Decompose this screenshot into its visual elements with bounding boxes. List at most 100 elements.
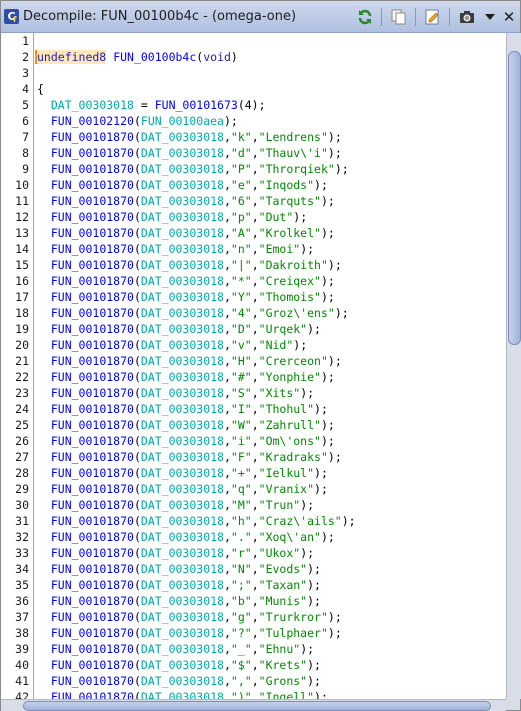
code-line[interactable]: 32 FUN_00101870(DAT_00303018,".","Xoq\'a…	[1, 529, 506, 545]
code-text[interactable]: FUN_00101870(DAT_00303018,"r","Ukox");	[37, 545, 314, 561]
code-line[interactable]: 9 FUN_00101870(DAT_00303018,"P","Throrqi…	[1, 161, 506, 177]
function-token[interactable]: FUN_00101870	[51, 498, 134, 512]
code-text[interactable]: FUN_00101870(DAT_00303018,";","Taxan");	[37, 577, 321, 593]
function-token[interactable]: FUN_00101870	[51, 674, 134, 688]
code-text[interactable]: FUN_00101870(DAT_00303018,"F","Kradraks"…	[37, 449, 342, 465]
code-text[interactable]: FUN_00101870(DAT_00303018,"I","Thohul");	[37, 401, 328, 417]
function-token[interactable]: FUN_00101870	[51, 562, 134, 576]
data-label-token[interactable]: DAT_00303018	[141, 146, 224, 160]
code-text[interactable]: FUN_00101870(DAT_00303018,"D","Urqek");	[37, 321, 321, 337]
function-token[interactable]: FUN_00101870	[51, 402, 134, 416]
code-line[interactable]: 41 FUN_00101870(DAT_00303018,",","Grons"…	[1, 673, 506, 689]
data-label-token[interactable]: DAT_00303018	[141, 626, 224, 640]
function-token[interactable]: FUN_00101870	[51, 130, 134, 144]
vertical-scrollbar[interactable]	[506, 33, 521, 699]
code-text[interactable]: FUN_00101870(DAT_00303018,",","Grons");	[37, 673, 321, 689]
data-label-token[interactable]: DAT_00303018	[141, 482, 224, 496]
code-line[interactable]: 16 FUN_00101870(DAT_00303018,"*","Creiqe…	[1, 273, 506, 289]
horizontal-scroll-thumb[interactable]	[23, 701, 491, 711]
code-line[interactable]: 12 FUN_00101870(DAT_00303018,"p","Dut");	[1, 209, 506, 225]
refresh-button[interactable]	[354, 6, 376, 28]
data-label-token[interactable]: DAT_00303018	[141, 578, 224, 592]
function-token[interactable]: FUN_00101870	[51, 434, 134, 448]
data-label-token[interactable]: DAT_00303018	[141, 450, 224, 464]
data-label-token[interactable]: DAT_00303018	[141, 514, 224, 528]
code-line[interactable]: 18 FUN_00101870(DAT_00303018,"4","Groz\'…	[1, 305, 506, 321]
snapshot-button[interactable]	[456, 6, 478, 28]
code-text[interactable]: FUN_00101870(DAT_00303018,"$","Krets");	[37, 657, 321, 673]
function-token[interactable]: FUN_00101870	[51, 514, 134, 528]
function-token[interactable]: FUN_00101870	[51, 370, 134, 384]
code-line[interactable]: 20 FUN_00101870(DAT_00303018,"v","Nid");	[1, 337, 506, 353]
function-token[interactable]: FUN_00101870	[51, 274, 134, 288]
code-text[interactable]: FUN_00101870(DAT_00303018,"A","Krolkel")…	[37, 225, 335, 241]
data-label-token[interactable]: DAT_00303018	[141, 466, 224, 480]
code-line[interactable]: 7 FUN_00101870(DAT_00303018,"k","Lendren…	[1, 129, 506, 145]
code-line[interactable]: 27 FUN_00101870(DAT_00303018,"F","Kradra…	[1, 449, 506, 465]
code-text[interactable]: FUN_00101870(DAT_00303018,"b","Munis");	[37, 593, 321, 609]
code-text[interactable]: FUN_00101870(DAT_00303018,"H","Crerceon"…	[37, 353, 342, 369]
data-label-token[interactable]: DAT_00303018	[141, 162, 224, 176]
code-line[interactable]: 33 FUN_00101870(DAT_00303018,"r","Ukox")…	[1, 545, 506, 561]
code-text[interactable]: FUN_00101870(DAT_00303018,"i","Om\'ons")…	[37, 433, 335, 449]
function-token[interactable]: FUN_00101870	[51, 578, 134, 592]
data-label-token[interactable]: DAT_00303018	[141, 402, 224, 416]
code-line[interactable]: 39 FUN_00101870(DAT_00303018,"_","Ehnu")…	[1, 641, 506, 657]
data-label-token[interactable]: DAT_00303018	[141, 306, 224, 320]
function-token[interactable]: FUN_00101870	[51, 610, 134, 624]
code-line[interactable]: 22 FUN_00101870(DAT_00303018,"#","Yonphi…	[1, 369, 506, 385]
code-text[interactable]: FUN_00101870(DAT_00303018,"#","Yonphie")…	[37, 369, 335, 385]
code-line[interactable]: 2 undefined8 FUN_00100b4c(void)	[1, 49, 506, 65]
code-line[interactable]: 8 FUN_00101870(DAT_00303018,"d","Thauv\'…	[1, 145, 506, 161]
code-line[interactable]: 3	[1, 65, 506, 81]
copy-button[interactable]	[388, 6, 410, 28]
function-token[interactable]: FUN_00101870	[51, 354, 134, 368]
code-line[interactable]: 4{	[1, 81, 506, 97]
function-token[interactable]: FUN_00101870	[51, 322, 134, 336]
function-token[interactable]: FUN_00100b4c	[113, 50, 196, 64]
data-label-token[interactable]: FUN_00100aea	[141, 114, 224, 128]
function-token[interactable]: FUN_00101870	[51, 466, 134, 480]
code-line[interactable]: 25 FUN_00101870(DAT_00303018,"W","Zahrul…	[1, 417, 506, 433]
code-line[interactable]: 36 FUN_00101870(DAT_00303018,"b","Munis"…	[1, 593, 506, 609]
code-text[interactable]: FUN_00101870(DAT_00303018,"_","Ehnu");	[37, 641, 314, 657]
code-line[interactable]: 23 FUN_00101870(DAT_00303018,"S","Xits")…	[1, 385, 506, 401]
function-token[interactable]: FUN_00101870	[51, 418, 134, 432]
close-button[interactable]: ✕	[498, 6, 520, 28]
data-label-token[interactable]: DAT_00303018	[141, 370, 224, 384]
code-line[interactable]: 28 FUN_00101870(DAT_00303018,"+","Ielkul…	[1, 465, 506, 481]
function-token[interactable]: FUN_00101870	[51, 210, 134, 224]
code-text[interactable]: FUN_00101870(DAT_00303018,"P","Throrqiek…	[37, 161, 349, 177]
code-text[interactable]: FUN_00101870(DAT_00303018,"S","Xits");	[37, 385, 314, 401]
function-token[interactable]: FUN_00101870	[51, 690, 134, 699]
code-line[interactable]: 24 FUN_00101870(DAT_00303018,"I","Thohul…	[1, 401, 506, 417]
data-label-token[interactable]: DAT_00303018	[141, 690, 224, 699]
code-text[interactable]: FUN_00101870(DAT_00303018,"e","Inqods");	[37, 177, 328, 193]
code-text[interactable]: {	[37, 81, 44, 97]
function-token[interactable]: FUN_00101870	[51, 450, 134, 464]
data-label-token[interactable]: DAT_00303018	[141, 290, 224, 304]
code-editor[interactable]: 1 2 undefined8 FUN_00100b4c(void) 3 4{5 DAT_…	[1, 33, 506, 699]
code-text[interactable]: FUN_00101870(DAT_00303018,"Y","Thomois")…	[37, 289, 335, 305]
code-line[interactable]: 34 FUN_00101870(DAT_00303018,"N","Evods"…	[1, 561, 506, 577]
function-token[interactable]: FUN_00102120	[51, 114, 134, 128]
code-line[interactable]: 19 FUN_00101870(DAT_00303018,"D","Urqek"…	[1, 321, 506, 337]
code-line[interactable]: 42 FUN_00101870(DAT_00303018,")","Ingell…	[1, 689, 506, 699]
function-token[interactable]: FUN_00101870	[51, 194, 134, 208]
function-token[interactable]: FUN_00101870	[51, 226, 134, 240]
code-text[interactable]: FUN_00101870(DAT_00303018,"n","Emoi");	[37, 241, 314, 257]
code-line[interactable]: 21 FUN_00101870(DAT_00303018,"H","Crerce…	[1, 353, 506, 369]
code-text[interactable]: FUN_00101870(DAT_00303018,"+","Ielkul");	[37, 465, 328, 481]
function-token[interactable]: FUN_00101870	[51, 146, 134, 160]
data-label-token[interactable]: DAT_00303018	[141, 610, 224, 624]
data-label-token[interactable]: DAT_00303018	[141, 530, 224, 544]
edit-signature-button[interactable]	[422, 6, 444, 28]
code-text[interactable]: undefined8 FUN_00100b4c(void)	[35, 49, 238, 65]
code-line[interactable]: 11 FUN_00101870(DAT_00303018,"6","Tarqut…	[1, 193, 506, 209]
data-label-token[interactable]: DAT_00303018	[141, 178, 224, 192]
function-token[interactable]: FUN_00101870	[51, 594, 134, 608]
function-token[interactable]: FUN_00101870	[51, 290, 134, 304]
data-label-token[interactable]: DAT_00303018	[141, 354, 224, 368]
code-line[interactable]: 17 FUN_00101870(DAT_00303018,"Y","Thomoi…	[1, 289, 506, 305]
function-token[interactable]: FUN_00101870	[51, 642, 134, 656]
